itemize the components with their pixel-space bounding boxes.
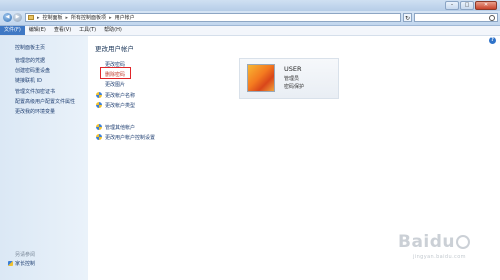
menu-help[interactable]: 帮助(H) <box>100 26 126 35</box>
parental-controls-icon <box>8 261 13 266</box>
sidebar-item-profile-props[interactable]: 配置高级用户配置文件属性 <box>15 98 75 105</box>
window-controls: – □ ✕ <box>445 1 497 10</box>
user-name: USER <box>284 65 302 73</box>
manage-other-accounts-link[interactable]: 管理其他帐户 <box>105 124 135 131</box>
change-account-name-link[interactable]: 更改帐户名称 <box>105 92 135 99</box>
see-also-label: 另请参阅 <box>15 252 36 258</box>
sidebar-item-parental-controls[interactable]: 家长控制 <box>8 260 35 267</box>
user-role: 管理员 <box>284 76 300 82</box>
sidebar-item-env-vars[interactable]: 更改我的环境变量 <box>15 108 55 115</box>
change-picture-link[interactable]: 更改图片 <box>105 81 125 88</box>
sidebar-item-online-id[interactable]: 链接联机 ID <box>15 77 42 84</box>
minimize-button[interactable]: – <box>445 1 459 10</box>
close-button[interactable]: ✕ <box>475 1 497 10</box>
sidebar-item-reset-disk[interactable]: 创建密码重设盘 <box>15 67 50 74</box>
search-icon <box>489 15 495 21</box>
address-bar[interactable]: ▸ 控制面板 ▸ 所有控制面板项 ▸ 用户帐户 <box>25 13 401 22</box>
menu-edit[interactable]: 编辑(E) <box>25 26 50 35</box>
breadcrumb-control-panel[interactable]: 控制面板 <box>43 14 63 21</box>
breadcrumb-user-accounts[interactable]: 用户帐户 <box>115 14 135 21</box>
breadcrumb-separator: ▸ <box>109 14 112 21</box>
menu-view[interactable]: 查看(V) <box>50 26 75 35</box>
maximize-button[interactable]: □ <box>460 1 474 10</box>
baidu-watermark: Baidu <box>398 232 471 252</box>
watermark-logo-text: Baidu <box>398 232 456 252</box>
menu-bar: 文件(F) 编辑(E) 查看(V) 工具(T) 帮助(H) <box>0 26 500 36</box>
control-panel-icon <box>28 15 34 20</box>
parental-controls-label: 家长控制 <box>15 261 36 267</box>
user-account-card: USER 管理员 密码保护 <box>239 58 339 99</box>
control-panel-window: – □ ✕ ◀ ▶ ▸ 控制面板 ▸ 所有控制面板项 ▸ 用户帐户 ↻ 文件(F… <box>0 0 500 280</box>
baidu-paw-icon <box>456 235 471 249</box>
breadcrumb-separator: ▸ <box>37 14 40 21</box>
navigation-bar: ◀ ▶ ▸ 控制面板 ▸ 所有控制面板项 ▸ 用户帐户 ↻ <box>0 11 500 26</box>
watermark-site: jingyan.baidu.com <box>413 254 466 260</box>
sidebar: 控制面板主页 管理您的凭据 创建密码重设盘 链接联机 ID 管理文件加密证书 配… <box>0 36 88 280</box>
change-account-type-link[interactable]: 更改帐户类型 <box>105 102 135 109</box>
user-status: 密码保护 <box>284 84 305 90</box>
breadcrumb-all-items[interactable]: 所有控制面板项 <box>71 14 106 21</box>
sidebar-item-home[interactable]: 控制面板主页 <box>15 44 45 51</box>
search-input[interactable] <box>414 13 498 22</box>
menu-tools[interactable]: 工具(T) <box>75 26 100 35</box>
uac-shield-icon <box>96 92 102 98</box>
menu-file[interactable]: 文件(F) <box>0 26 25 35</box>
sidebar-item-credentials[interactable]: 管理您的凭据 <box>15 57 45 64</box>
uac-shield-icon <box>96 102 102 108</box>
user-avatar[interactable] <box>247 64 275 92</box>
help-icon[interactable]: ? <box>489 37 496 44</box>
title-bar: – □ ✕ <box>0 0 500 11</box>
breadcrumb-separator: ▸ <box>65 14 69 21</box>
page-title: 更改用户帐户 <box>95 45 134 53</box>
uac-shield-icon <box>96 124 102 130</box>
back-button[interactable]: ◀ <box>3 13 12 22</box>
forward-button[interactable]: ▶ <box>13 13 22 22</box>
sidebar-item-certificates[interactable]: 管理文件加密证书 <box>15 88 55 95</box>
refresh-button[interactable]: ↻ <box>403 13 412 22</box>
uac-settings-link[interactable]: 更改用户帐户控制设置 <box>105 134 155 141</box>
uac-shield-icon <box>96 134 102 140</box>
highlight-box <box>100 67 131 79</box>
